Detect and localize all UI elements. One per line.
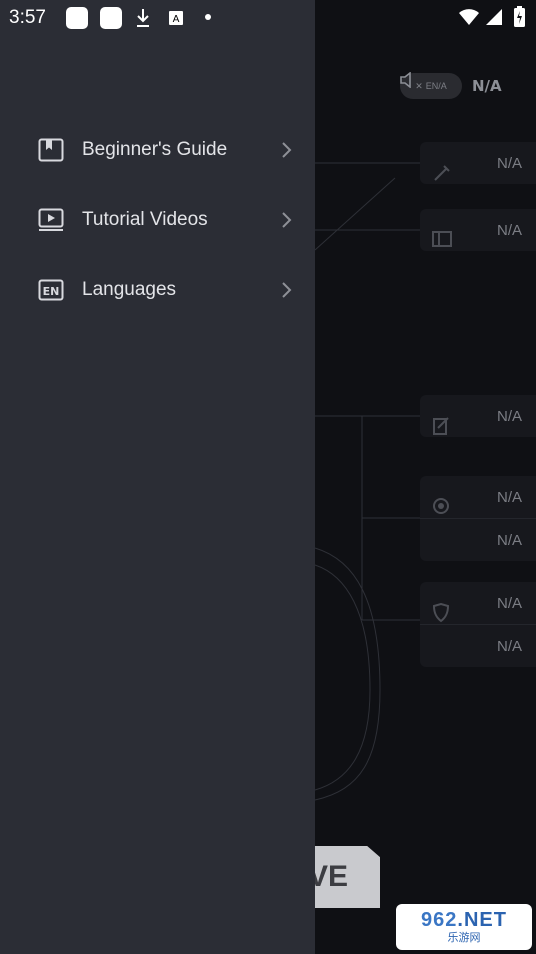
watermark-subtitle: 乐游网 — [447, 932, 481, 944]
stat-card: N/A N/A — [420, 476, 536, 561]
stat-card: N/A — [420, 395, 536, 437]
download-icon — [137, 9, 149, 27]
app-notification-icon — [66, 7, 88, 29]
stat-card: N/A — [420, 142, 536, 184]
drawer-item-languages[interactable]: EN Languages — [0, 255, 315, 325]
svg-text:A: A — [173, 14, 180, 25]
stat-row: N/A — [420, 209, 536, 251]
video-icon — [38, 208, 64, 231]
chevron-right-icon — [282, 142, 292, 158]
app-notification-icon — [100, 7, 122, 29]
mic-off-icon: ✕ — [415, 80, 423, 91]
watermark-brand: 962.NET — [421, 909, 507, 931]
dot-icon — [205, 14, 211, 20]
chevron-right-icon — [282, 212, 292, 228]
language-en-icon: EN — [38, 279, 64, 301]
stat-card: N/A N/A — [420, 582, 536, 667]
stat-row: N/A — [420, 395, 536, 437]
chevron-right-icon — [282, 282, 292, 298]
drawer-item-beginners-guide[interactable]: Beginner's Guide — [0, 115, 315, 185]
speaker-icon — [400, 72, 411, 88]
signal-icon — [486, 9, 502, 25]
battery-charging-icon — [514, 6, 525, 27]
navigation-drawer: Beginner's Guide Tutorial Videos EN Lang… — [0, 0, 315, 954]
book-icon — [38, 138, 64, 162]
status-bar: 3:57 A — [0, 0, 536, 36]
drawer-item-tutorial-videos[interactable]: Tutorial Videos — [0, 185, 315, 255]
clock: 3:57 — [9, 7, 46, 28]
stat-card: N/A — [420, 209, 536, 251]
stat-row: N/A — [420, 142, 536, 184]
drawer-item-label: Languages — [82, 279, 177, 300]
drawer-item-label: Tutorial Videos — [82, 209, 208, 230]
top-controls: ✕ EN/A N/A — [400, 72, 502, 100]
stat-row: N/A — [420, 518, 536, 561]
translate-icon: A — [169, 11, 183, 25]
site-watermark-logo: 962.NET 乐游网 — [396, 904, 532, 950]
stat-row: N/A — [420, 582, 536, 624]
volume-indicator: N/A — [400, 72, 502, 95]
svg-text:EN: EN — [43, 285, 60, 298]
drawer-item-label: Beginner's Guide — [82, 139, 228, 160]
stat-row: N/A — [420, 624, 536, 667]
wifi-icon — [459, 9, 479, 25]
drawer-menu: Beginner's Guide Tutorial Videos EN Lang… — [0, 115, 315, 325]
stat-row: N/A — [420, 476, 536, 518]
